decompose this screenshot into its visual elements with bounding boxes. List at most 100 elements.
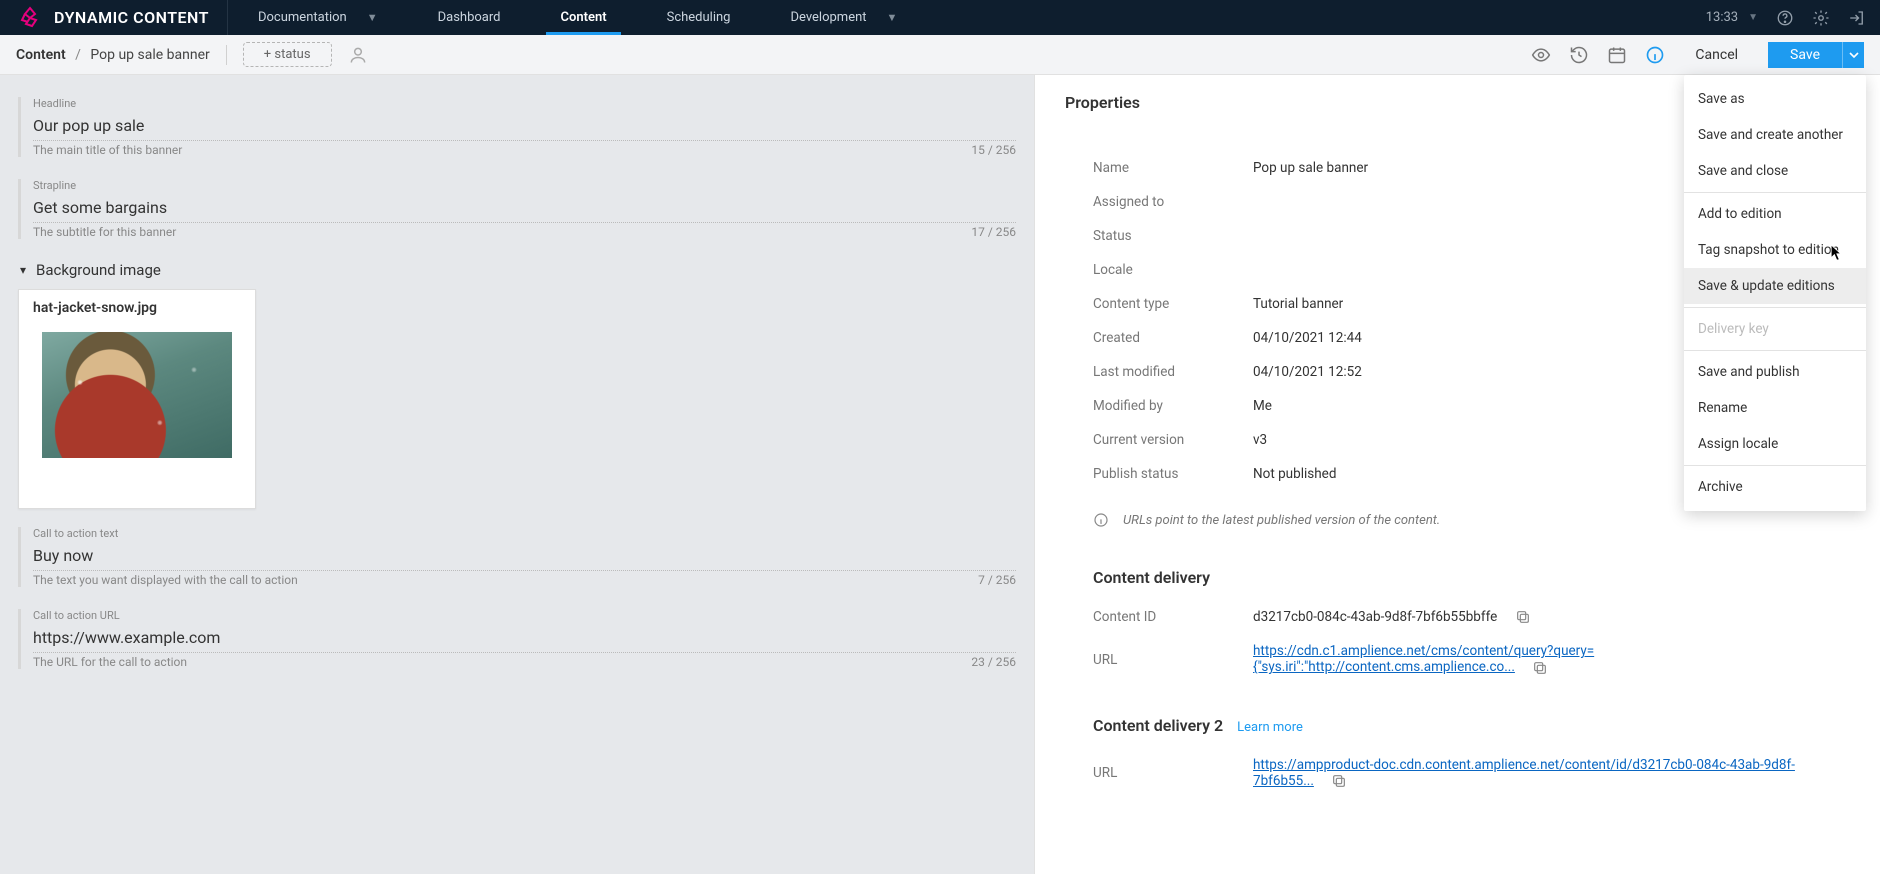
prop-key: URL <box>1093 765 1253 781</box>
preview-icon[interactable] <box>1531 45 1551 65</box>
breadcrumb-sep: / <box>75 47 81 63</box>
save-menu: Save asSave and create anotherSave and c… <box>1684 75 1866 511</box>
content-editor: Headline The main title of this banner 1… <box>0 75 1034 874</box>
editor-toolbar: Content / Pop up sale banner + status Ca… <box>0 35 1880 75</box>
menu-item[interactable]: Save and close <box>1684 153 1866 189</box>
breadcrumb: Content / Pop up sale banner <box>16 47 210 63</box>
prop-key: Name <box>1093 160 1253 176</box>
info-icon[interactable] <box>1645 45 1665 65</box>
prop-key: URL <box>1093 652 1253 668</box>
nav-item-label: Development <box>790 10 866 25</box>
divider <box>226 45 227 65</box>
field-count: 15 / 256 <box>971 143 1016 157</box>
section-label: Background image <box>36 261 161 279</box>
help-icon[interactable] <box>1776 9 1794 27</box>
add-status-button[interactable]: + status <box>243 42 332 67</box>
field-help: The subtitle for this banner <box>33 225 176 239</box>
chevron-down-icon: ▼ <box>1748 12 1758 23</box>
save-button[interactable]: Save <box>1768 42 1842 68</box>
field-label: Call to action URL <box>33 609 1016 622</box>
cta-text-input[interactable] <box>33 540 1016 571</box>
menu-item[interactable]: Add to edition <box>1684 196 1866 232</box>
prop-value: d3217cb0-084c-43ab-9d8f-7bf6b55bbffe <box>1253 609 1840 625</box>
nav-content[interactable]: Content <box>530 0 636 35</box>
nav-dashboard[interactable]: Dashboard <box>408 0 531 35</box>
menu-item[interactable]: Save & update editions <box>1684 268 1866 304</box>
chevron-down-icon: ▼ <box>367 11 378 24</box>
menu-item[interactable]: Rename <box>1684 390 1866 426</box>
exit-icon[interactable] <box>1848 9 1866 27</box>
history-icon[interactable] <box>1569 45 1589 65</box>
menu-item[interactable]: Tag snapshot to edition <box>1684 232 1866 268</box>
field-label: Call to action text <box>33 527 1016 540</box>
nav-item-label: Scheduling <box>667 10 731 25</box>
copy-icon[interactable] <box>1532 660 1548 676</box>
product-name: DYNAMIC CONTENT <box>54 8 209 27</box>
calendar-icon[interactable] <box>1607 45 1627 65</box>
save-button-group: Save <box>1768 42 1864 68</box>
field-cta-url: Call to action URL The URL for the call … <box>18 609 1016 669</box>
prop-key: Publish status <box>1093 466 1253 482</box>
section-title-text: Content delivery 2 <box>1093 716 1223 735</box>
menu-item[interactable]: Save as <box>1684 81 1866 117</box>
field-cta-text: Call to action text The text you want di… <box>18 527 1016 587</box>
nav-development[interactable]: Development ▼ <box>760 0 927 35</box>
field-count: 7 / 256 <box>978 573 1016 587</box>
field-help: The main title of this banner <box>33 143 182 157</box>
delivery2-grid: URL https://ampproduct-doc.cdn.content.a… <box>1093 757 1840 789</box>
field-help: The URL for the call to action <box>33 655 187 669</box>
strapline-input[interactable] <box>33 192 1016 223</box>
menu-item[interactable]: Archive <box>1684 469 1866 505</box>
field-count: 17 / 256 <box>971 225 1016 239</box>
menu-item: Delivery key <box>1684 311 1866 347</box>
hint-text: URLs point to the latest published versi… <box>1123 513 1440 528</box>
field-label: Headline <box>33 97 1016 110</box>
primary-nav: Documentation ▼ Dashboard Content Schedu… <box>228 0 927 35</box>
gear-icon[interactable] <box>1812 9 1830 27</box>
assign-user-icon[interactable] <box>348 45 368 65</box>
image-filename: hat-jacket-snow.jpg <box>27 300 247 316</box>
prop-value: https://cdn.c1.amplience.net/cms/content… <box>1253 643 1840 675</box>
time-value: 13:33 <box>1706 10 1738 25</box>
triangle-down-icon: ▾ <box>20 263 26 277</box>
image-thumbnail <box>42 332 232 458</box>
toolbar-right: Cancel Save <box>1531 42 1864 68</box>
content-delivery-title: Content delivery <box>1093 568 1840 587</box>
nav-item-label: Dashboard <box>438 10 501 25</box>
properties-panel: Properties Name Pop up sale banner Assig… <box>1034 75 1880 874</box>
menu-item[interactable]: Save and create another <box>1684 117 1866 153</box>
breadcrumb-root[interactable]: Content <box>16 47 66 63</box>
save-dropdown-toggle[interactable] <box>1842 42 1864 68</box>
learn-more-link[interactable]: Learn more <box>1237 720 1303 735</box>
field-strapline: Strapline The subtitle for this banner 1… <box>18 179 1016 239</box>
top-nav-bar: DYNAMIC CONTENT Documentation ▼ Dashboar… <box>0 0 1880 35</box>
delivery-grid: Content ID d3217cb0-084c-43ab-9d8f-7bf6b… <box>1093 609 1840 676</box>
nav-scheduling[interactable]: Scheduling <box>637 0 761 35</box>
cta-url-input[interactable] <box>33 622 1016 653</box>
time-display[interactable]: 13:33 ▼ <box>1706 10 1758 25</box>
info-icon <box>1093 512 1109 528</box>
background-image-toggle[interactable]: ▾ Background image <box>20 261 1016 279</box>
cancel-button[interactable]: Cancel <box>1683 47 1750 63</box>
copy-icon[interactable] <box>1515 609 1531 625</box>
prop-key: Current version <box>1093 432 1253 448</box>
menu-item[interactable]: Save and publish <box>1684 354 1866 390</box>
prop-value: https://ampproduct-doc.cdn.content.ampli… <box>1253 757 1840 789</box>
caret-down-icon <box>1849 50 1859 60</box>
prop-key: Locale <box>1093 262 1253 278</box>
content-delivery-2-title: Content delivery 2 Learn more <box>1093 716 1840 735</box>
url-hint: URLs point to the latest published versi… <box>1093 512 1840 528</box>
nav-item-label: Documentation <box>258 10 347 25</box>
nav-documentation[interactable]: Documentation ▼ <box>228 0 408 35</box>
headline-input[interactable] <box>33 110 1016 141</box>
breadcrumb-leaf: Pop up sale banner <box>90 47 209 63</box>
prop-key: Created <box>1093 330 1253 346</box>
image-card[interactable]: hat-jacket-snow.jpg <box>18 289 256 509</box>
nav-item-label: Content <box>560 10 606 25</box>
prop-key: Last modified <box>1093 364 1253 380</box>
field-headline: Headline The main title of this banner 1… <box>18 97 1016 157</box>
main-content: Headline The main title of this banner 1… <box>0 75 1880 874</box>
prop-key: Content ID <box>1093 609 1253 625</box>
copy-icon[interactable] <box>1331 773 1347 789</box>
menu-item[interactable]: Assign locale <box>1684 426 1866 462</box>
